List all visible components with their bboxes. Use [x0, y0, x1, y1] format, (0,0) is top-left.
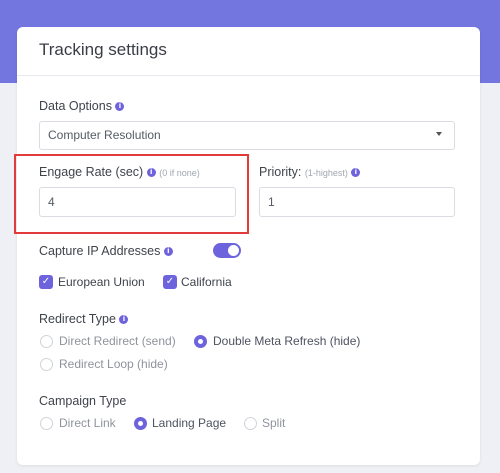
checkbox-california[interactable]: ✓: [163, 275, 177, 289]
priority-value: 1: [268, 195, 275, 209]
radio-redirect-loop[interactable]: [40, 358, 53, 371]
info-icon: i: [146, 168, 156, 178]
caret-down-icon: [436, 132, 442, 136]
info-icon: i: [119, 315, 129, 325]
priority-label-row: Priority: (1-highest) i: [259, 165, 361, 179]
info-icon: i: [351, 168, 361, 178]
redirect-loop-label: Redirect Loop (hide): [59, 357, 168, 371]
campaign-type-label: Campaign Type: [39, 394, 127, 408]
radio-landing-page[interactable]: [134, 417, 147, 430]
data-options-value: Computer Resolution: [48, 128, 161, 142]
priority-input[interactable]: 1: [259, 187, 455, 217]
tracking-settings-card: Tracking settings Data Options i Compute…: [14, 27, 480, 465]
engage-rate-value: 4: [48, 195, 55, 209]
card-title: Tracking settings: [39, 40, 167, 59]
capture-ip-label: Capture IP Addresses: [39, 244, 161, 258]
engage-rate-label-row: Engage Rate (sec) i (0 if none): [39, 165, 200, 179]
priority-hint: (1-highest): [304, 168, 348, 178]
data-options-select[interactable]: Computer Resolution: [39, 121, 455, 150]
capture-ip-toggle[interactable]: [213, 243, 241, 258]
landing-page-label: Landing Page: [152, 416, 227, 430]
data-options-label: Data Options: [39, 99, 112, 113]
capture-ip-label-row: Capture IP Addresses i: [39, 244, 173, 258]
data-options-label-row: Data Options i: [39, 99, 125, 113]
european-union-label: European Union: [58, 275, 145, 289]
split-label: Split: [262, 416, 286, 430]
radio-direct-redirect[interactable]: [40, 335, 53, 348]
radio-split[interactable]: [244, 417, 257, 430]
checkbox-european-union[interactable]: ✓: [39, 275, 53, 289]
priority-label: Priority:: [259, 165, 302, 179]
redirect-type-label: Redirect Type: [39, 312, 116, 326]
redirect-type-label-row: Redirect Type i: [39, 312, 129, 326]
engage-rate-label: Engage Rate (sec): [39, 165, 144, 179]
direct-redirect-label: Direct Redirect (send): [59, 334, 176, 348]
double-meta-refresh-label: Double Meta Refresh (hide): [213, 334, 361, 348]
info-icon: i: [115, 102, 125, 112]
radio-double-meta-refresh[interactable]: [194, 335, 207, 348]
california-label: California: [181, 275, 232, 289]
direct-link-label: Direct Link: [59, 416, 116, 430]
toggle-knob: [228, 245, 239, 256]
engage-rate-input[interactable]: 4: [39, 187, 236, 217]
radio-direct-link[interactable]: [40, 417, 53, 430]
info-icon: i: [163, 247, 173, 257]
engage-rate-hint: (0 if none): [159, 168, 200, 178]
